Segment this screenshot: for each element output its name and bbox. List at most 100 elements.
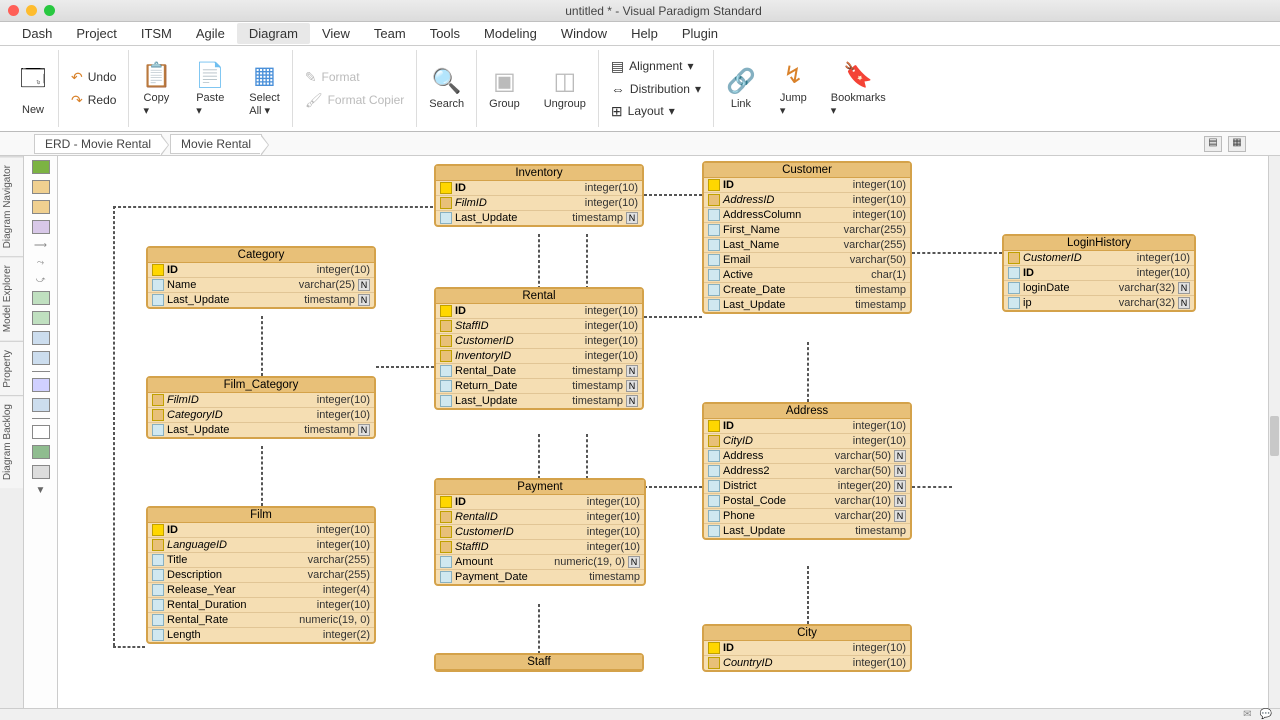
vertical-scrollbar[interactable] — [1268, 156, 1280, 708]
redo-button[interactable]: ↷Redo — [67, 90, 120, 111]
palette-folder-icon[interactable] — [32, 378, 50, 392]
entity-row[interactable]: Last_Namevarchar(255) — [704, 238, 910, 253]
entity-row[interactable]: Address2varchar(50)N — [704, 464, 910, 479]
close-icon[interactable] — [8, 5, 19, 16]
entity-row[interactable]: Return_DatetimestampN — [436, 379, 642, 394]
entity-row[interactable]: IDinteger(10) — [148, 523, 374, 538]
entity-row[interactable]: Last_Updatetimestamp — [704, 298, 910, 312]
format-button[interactable]: ✎Format — [301, 67, 408, 88]
entity-row[interactable]: FilmIDinteger(10) — [148, 393, 374, 408]
entity-row[interactable]: CustomerIDinteger(10) — [1004, 251, 1194, 266]
entity-city[interactable]: CityIDinteger(10)CountryIDinteger(10) — [702, 624, 912, 672]
entity-customer[interactable]: CustomerIDinteger(10)AddressIDinteger(10… — [702, 161, 912, 314]
menu-project[interactable]: Project — [64, 23, 128, 44]
entity-row[interactable]: RentalIDinteger(10) — [436, 510, 644, 525]
entity-row[interactable]: Emailvarchar(50) — [704, 253, 910, 268]
entity-row[interactable]: Amountnumeric(19, 0)N — [436, 555, 644, 570]
entity-row[interactable]: Addressvarchar(50)N — [704, 449, 910, 464]
menu-itsm[interactable]: ITSM — [129, 23, 184, 44]
palette-misc-icon[interactable] — [32, 465, 50, 479]
alignment-menu[interactable]: ▤Alignment ▾ — [607, 56, 705, 77]
entity-row[interactable]: Payment_Datetimestamp — [436, 570, 644, 584]
entity-row[interactable]: Last_UpdatetimestampN — [436, 394, 642, 408]
diagram-canvas[interactable]: InventoryIDinteger(10)FilmIDinteger(10)L… — [58, 156, 1268, 708]
entity-row[interactable]: Postal_Codevarchar(10)N — [704, 494, 910, 509]
layout-menu[interactable]: ⊞Layout ▾ — [607, 101, 705, 122]
entity-row[interactable]: Districtinteger(20)N — [704, 479, 910, 494]
entity-address[interactable]: AddressIDinteger(10)CityIDinteger(10)Add… — [702, 402, 912, 540]
sidetab-diagram-navigator[interactable]: Diagram Navigator — [0, 156, 23, 256]
link-button[interactable]: 🔗Link — [722, 63, 760, 114]
entity-row[interactable]: AddressColumninteger(10) — [704, 208, 910, 223]
entity-staff[interactable]: Staff — [434, 653, 644, 672]
palette-doc-icon[interactable] — [32, 398, 50, 412]
entity-row[interactable]: loginDatevarchar(32)N — [1004, 281, 1194, 296]
entity-row[interactable]: StaffIDinteger(10) — [436, 540, 644, 555]
palette-grid-icon[interactable] — [32, 311, 50, 325]
entity-row[interactable]: FilmIDinteger(10) — [436, 196, 642, 211]
palette-sep-icon[interactable] — [32, 418, 50, 419]
undo-button[interactable]: ↶Undo — [67, 67, 120, 88]
menu-modeling[interactable]: Modeling — [472, 23, 549, 44]
entity-payment[interactable]: PaymentIDinteger(10)RentalIDinteger(10)C… — [434, 478, 646, 586]
entity-row[interactable]: CustomerIDinteger(10) — [436, 525, 644, 540]
entity-row[interactable]: Phonevarchar(20)N — [704, 509, 910, 524]
entity-filmcategory[interactable]: Film_CategoryFilmIDinteger(10)CategoryID… — [146, 376, 376, 439]
entity-row[interactable]: Rental_Ratenumeric(19, 0) — [148, 613, 374, 628]
palette-shape-icon[interactable] — [32, 425, 50, 439]
entity-loginhistory[interactable]: LoginHistoryCustomerIDinteger(10)IDinteg… — [1002, 234, 1196, 312]
entity-row[interactable]: LanguageIDinteger(10) — [148, 538, 374, 553]
distribution-menu[interactable]: ⇔Distribution ▾ — [607, 79, 705, 99]
bookmarks-button[interactable]: 🔖Bookmarks▾ — [827, 57, 890, 121]
entity-row[interactable]: InventoryIDinteger(10) — [436, 349, 642, 364]
entity-row[interactable]: Lengthinteger(2) — [148, 628, 374, 642]
menu-help[interactable]: Help — [619, 23, 670, 44]
menu-team[interactable]: Team — [362, 23, 418, 44]
menu-agile[interactable]: Agile — [184, 23, 237, 44]
menu-plugin[interactable]: Plugin — [670, 23, 730, 44]
entity-row[interactable]: Release_Yearinteger(4) — [148, 583, 374, 598]
entity-row[interactable]: Descriptionvarchar(255) — [148, 568, 374, 583]
sidetab-property[interactable]: Property — [0, 341, 23, 396]
search-button[interactable]: 🔍Search — [425, 63, 468, 114]
entity-row[interactable]: IDinteger(10) — [436, 495, 644, 510]
entity-row[interactable]: Last_UpdatetimestampN — [148, 423, 374, 437]
entity-rental[interactable]: RentalIDinteger(10)StaffIDinteger(10)Cus… — [434, 287, 644, 410]
palette-proc-icon[interactable] — [32, 351, 50, 365]
entity-category[interactable]: CategoryIDinteger(10)Namevarchar(25)NLas… — [146, 246, 376, 309]
feedback-icon[interactable]: 💬 — [1260, 709, 1272, 720]
entity-row[interactable]: Last_UpdatetimestampN — [436, 211, 642, 225]
menu-view[interactable]: View — [310, 23, 362, 44]
breadcrumb-item[interactable]: ERD - Movie Rental — [34, 134, 162, 154]
copy-button[interactable]: 📋Copy▾ — [137, 57, 175, 121]
palette-image-icon[interactable] — [32, 445, 50, 459]
entity-row[interactable]: CountryIDinteger(10) — [704, 656, 910, 670]
entity-row[interactable]: CategoryIDinteger(10) — [148, 408, 374, 423]
sidetab-diagram-backlog[interactable]: Diagram Backlog — [0, 395, 23, 488]
layers-icon[interactable]: ▤ — [1204, 136, 1222, 152]
entity-row[interactable]: IDinteger(10) — [436, 304, 642, 319]
entity-row[interactable]: AddressIDinteger(10) — [704, 193, 910, 208]
entity-film[interactable]: FilmIDinteger(10)LanguageIDinteger(10)Ti… — [146, 506, 376, 644]
group-button[interactable]: ▣Group — [485, 63, 524, 114]
palette-line-icon[interactable] — [32, 371, 50, 372]
entity-row[interactable]: IDinteger(10) — [1004, 266, 1194, 281]
entity-row[interactable]: IDinteger(10) — [148, 263, 374, 278]
minimize-icon[interactable] — [26, 5, 37, 16]
palette-cursor-icon[interactable] — [32, 160, 50, 174]
menu-diagram[interactable]: Diagram — [237, 23, 310, 44]
palette-note-icon[interactable] — [32, 331, 50, 345]
entity-row[interactable]: CityIDinteger(10) — [704, 434, 910, 449]
view-icon[interactable]: ▦ — [1228, 136, 1246, 152]
breadcrumb-item[interactable]: Movie Rental — [170, 134, 262, 154]
entity-row[interactable]: IDinteger(10) — [704, 419, 910, 434]
entity-row[interactable]: IDinteger(10) — [704, 178, 910, 193]
entity-row[interactable]: StaffIDinteger(10) — [436, 319, 642, 334]
entity-row[interactable]: ipvarchar(32)N — [1004, 296, 1194, 310]
entity-row[interactable]: CustomerIDinteger(10) — [436, 334, 642, 349]
palette-view-icon[interactable] — [32, 220, 50, 234]
mail-icon[interactable]: ✉ — [1243, 709, 1251, 720]
paste-button[interactable]: 📄Paste▾ — [191, 57, 229, 121]
selectall-button[interactable]: ▦Select All ▾ — [245, 57, 284, 121]
jump-button[interactable]: ↯Jump▾ — [776, 57, 811, 121]
